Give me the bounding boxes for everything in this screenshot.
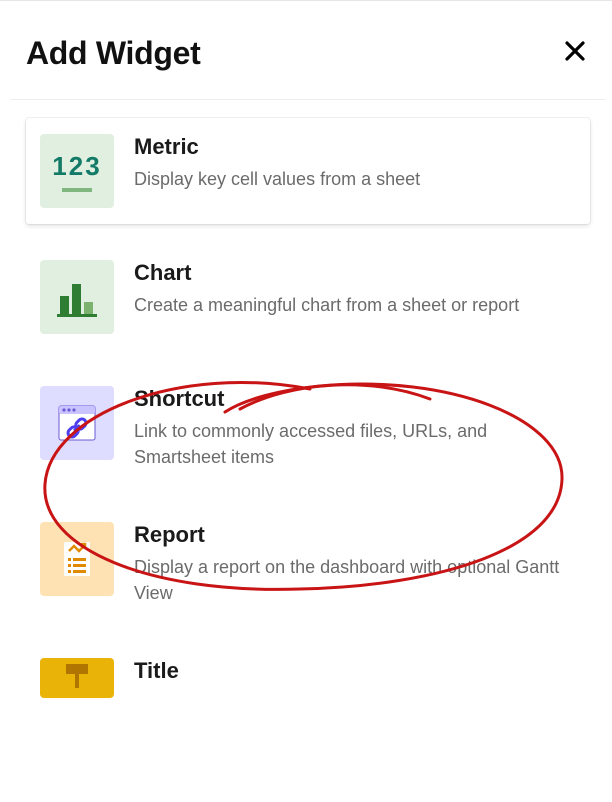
- chart-icon: [40, 260, 114, 334]
- widget-desc: Link to commonly accessed files, URLs, a…: [134, 418, 576, 470]
- panel-header: Add Widget: [26, 29, 586, 94]
- close-icon: [564, 40, 586, 62]
- widget-title: Report: [134, 522, 576, 548]
- widget-desc: Display a report on the dashboard with o…: [134, 554, 576, 606]
- widget-text: Shortcut Link to commonly accessed files…: [134, 386, 576, 470]
- widget-option-metric[interactable]: 123 Metric Display key cell values from …: [26, 118, 590, 224]
- widget-option-report[interactable]: Report Display a report on the dashboard…: [26, 506, 590, 622]
- widget-list[interactable]: 123 Metric Display key cell values from …: [10, 99, 606, 802]
- widget-option-shortcut[interactable]: Shortcut Link to commonly accessed files…: [26, 370, 590, 486]
- panel-title: Add Widget: [26, 35, 200, 72]
- widget-text: Report Display a report on the dashboard…: [134, 522, 576, 606]
- widget-desc: Display key cell values from a sheet: [134, 166, 576, 192]
- widget-title: Title: [134, 658, 576, 684]
- widget-text: Metric Display key cell values from a sh…: [134, 134, 576, 192]
- title-icon: [40, 658, 114, 698]
- widget-text: Title: [134, 658, 576, 690]
- widget-option-chart[interactable]: Chart Create a meaningful chart from a s…: [26, 244, 590, 350]
- metric-icon: 123: [40, 134, 114, 208]
- widget-title: Shortcut: [134, 386, 576, 412]
- widget-desc: Create a meaningful chart from a sheet o…: [134, 292, 576, 318]
- widget-title: Chart: [134, 260, 576, 286]
- widget-title: Metric: [134, 134, 576, 160]
- widget-option-title[interactable]: Title: [26, 642, 590, 714]
- report-icon: [40, 522, 114, 596]
- add-widget-panel: Add Widget 123 Metric Display key cell v…: [0, 9, 612, 802]
- widget-text: Chart Create a meaningful chart from a s…: [134, 260, 576, 318]
- close-button[interactable]: [564, 40, 586, 67]
- shortcut-icon: [40, 386, 114, 460]
- top-divider: [0, 0, 612, 1]
